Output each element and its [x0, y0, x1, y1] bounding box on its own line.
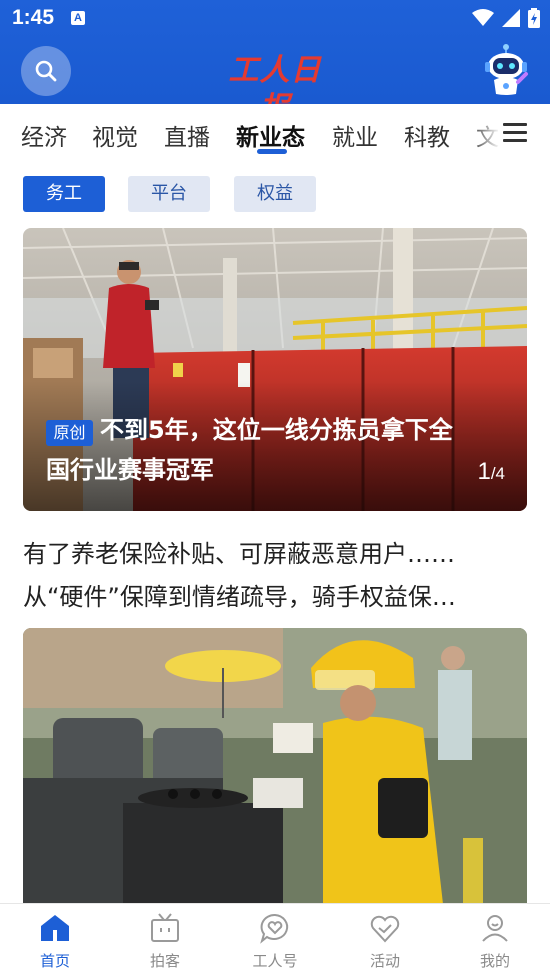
- nav-mine[interactable]: 我的: [440, 904, 550, 979]
- profile-icon: [482, 915, 508, 942]
- notification-a-icon: A: [71, 11, 85, 25]
- status-time: 1:45: [12, 6, 55, 29]
- tv-icon: [151, 913, 179, 942]
- tab-employment[interactable]: 就业: [332, 118, 378, 152]
- chip-migrant-work[interactable]: 务工: [23, 176, 105, 212]
- heart-check-icon: [370, 915, 400, 943]
- nav-activities-label: 活动: [369, 952, 400, 970]
- chip-platform[interactable]: 平台: [128, 176, 210, 212]
- app-logo: 工人日报: [228, 53, 322, 126]
- home-icon: [41, 915, 69, 941]
- tabs-fade: [470, 104, 500, 162]
- battery-icon: [528, 8, 540, 28]
- nav-mine-label: 我的: [479, 952, 510, 970]
- nav-photographer-label: 拍客: [149, 952, 180, 970]
- chip-rights[interactable]: 权益: [234, 176, 316, 212]
- tab-new-economy[interactable]: 新业态: [236, 118, 305, 152]
- article-line-1: 有了养老保险补贴、可屏蔽恶意用户……: [23, 540, 455, 568]
- bottom-nav: 首页 拍客 工人号 活动 我的: [0, 903, 550, 979]
- system-icons: [472, 8, 540, 28]
- robot-assistant-icon[interactable]: [482, 44, 530, 96]
- heart-chat-icon: [260, 913, 289, 944]
- wifi-icon: [472, 9, 494, 26]
- channel-tabs: 经济 视觉 直播 新业态 就业 科教 文: [0, 104, 550, 164]
- search-button[interactable]: [21, 46, 71, 96]
- courier-photo: [23, 628, 527, 904]
- pager-total: /4: [490, 464, 505, 483]
- signal-icon: [502, 9, 520, 27]
- search-icon: [35, 60, 57, 82]
- tab-visual[interactable]: 视觉: [92, 118, 138, 152]
- nav-worker-account-label: 工人号: [252, 952, 298, 970]
- feature-title: 不到5年，这位一线分拣员拿下全国行业赛事冠军: [46, 416, 453, 484]
- tab-science-education[interactable]: 科教: [404, 118, 450, 152]
- tab-live[interactable]: 直播: [164, 118, 210, 152]
- active-tab-indicator: [257, 149, 287, 154]
- article-line-2: 从“硬件”保障到情绪疏导，骑手权益保…: [23, 583, 456, 611]
- carousel-pager: 1/4: [477, 458, 505, 486]
- nav-worker-account[interactable]: 工人号: [220, 904, 330, 979]
- nav-home-label: 首页: [39, 952, 70, 970]
- nav-home[interactable]: 首页: [0, 904, 110, 979]
- status-bar: 1:45 A: [0, 0, 550, 36]
- app-header: 1:45 A 工人日报: [0, 0, 550, 126]
- tab-economy[interactable]: 经济: [21, 118, 67, 152]
- feature-card[interactable]: 原创 不到5年，这位一线分拣员拿下全国行业赛事冠军 1/4: [23, 228, 527, 511]
- article-photo[interactable]: [23, 628, 527, 904]
- pager-current: 1: [477, 458, 491, 485]
- article-headline[interactable]: 有了养老保险补贴、可屏蔽恶意用户…… 从“硬件”保障到情绪疏导，骑手权益保…: [23, 533, 527, 619]
- nav-activities[interactable]: 活动: [330, 904, 440, 979]
- hamburger-menu-icon[interactable]: [503, 120, 529, 144]
- nav-photographer[interactable]: 拍客: [110, 904, 220, 979]
